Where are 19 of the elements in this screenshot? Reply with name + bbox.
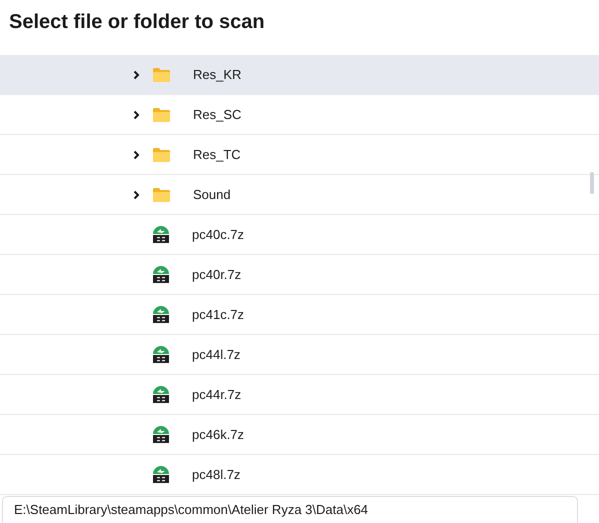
dialog-title: Select file or folder to scan (8, 10, 266, 35)
archive-icon (153, 306, 169, 323)
folder-icon (153, 108, 170, 122)
scrollbar-thumb[interactable] (590, 172, 594, 194)
folder-icon (153, 148, 170, 162)
path-field[interactable]: E:\SteamLibrary\steamapps\common\Atelier Ryza 3\Data\x64 (2, 496, 578, 523)
file-list-item[interactable]: Res_KR (0, 55, 599, 95)
chevron-icon[interactable] (133, 190, 140, 200)
folder-icon (153, 68, 170, 82)
chevron-icon[interactable] (133, 70, 140, 80)
archive-icon (153, 426, 169, 443)
archive-icon (153, 226, 169, 243)
archive-icon (153, 466, 169, 483)
archive-icon (153, 346, 169, 363)
archive-icon (153, 386, 169, 403)
chevron-icon[interactable] (133, 150, 140, 160)
folder-icon (153, 188, 170, 202)
archive-icon (153, 266, 169, 283)
chevron-icon[interactable] (133, 110, 140, 120)
